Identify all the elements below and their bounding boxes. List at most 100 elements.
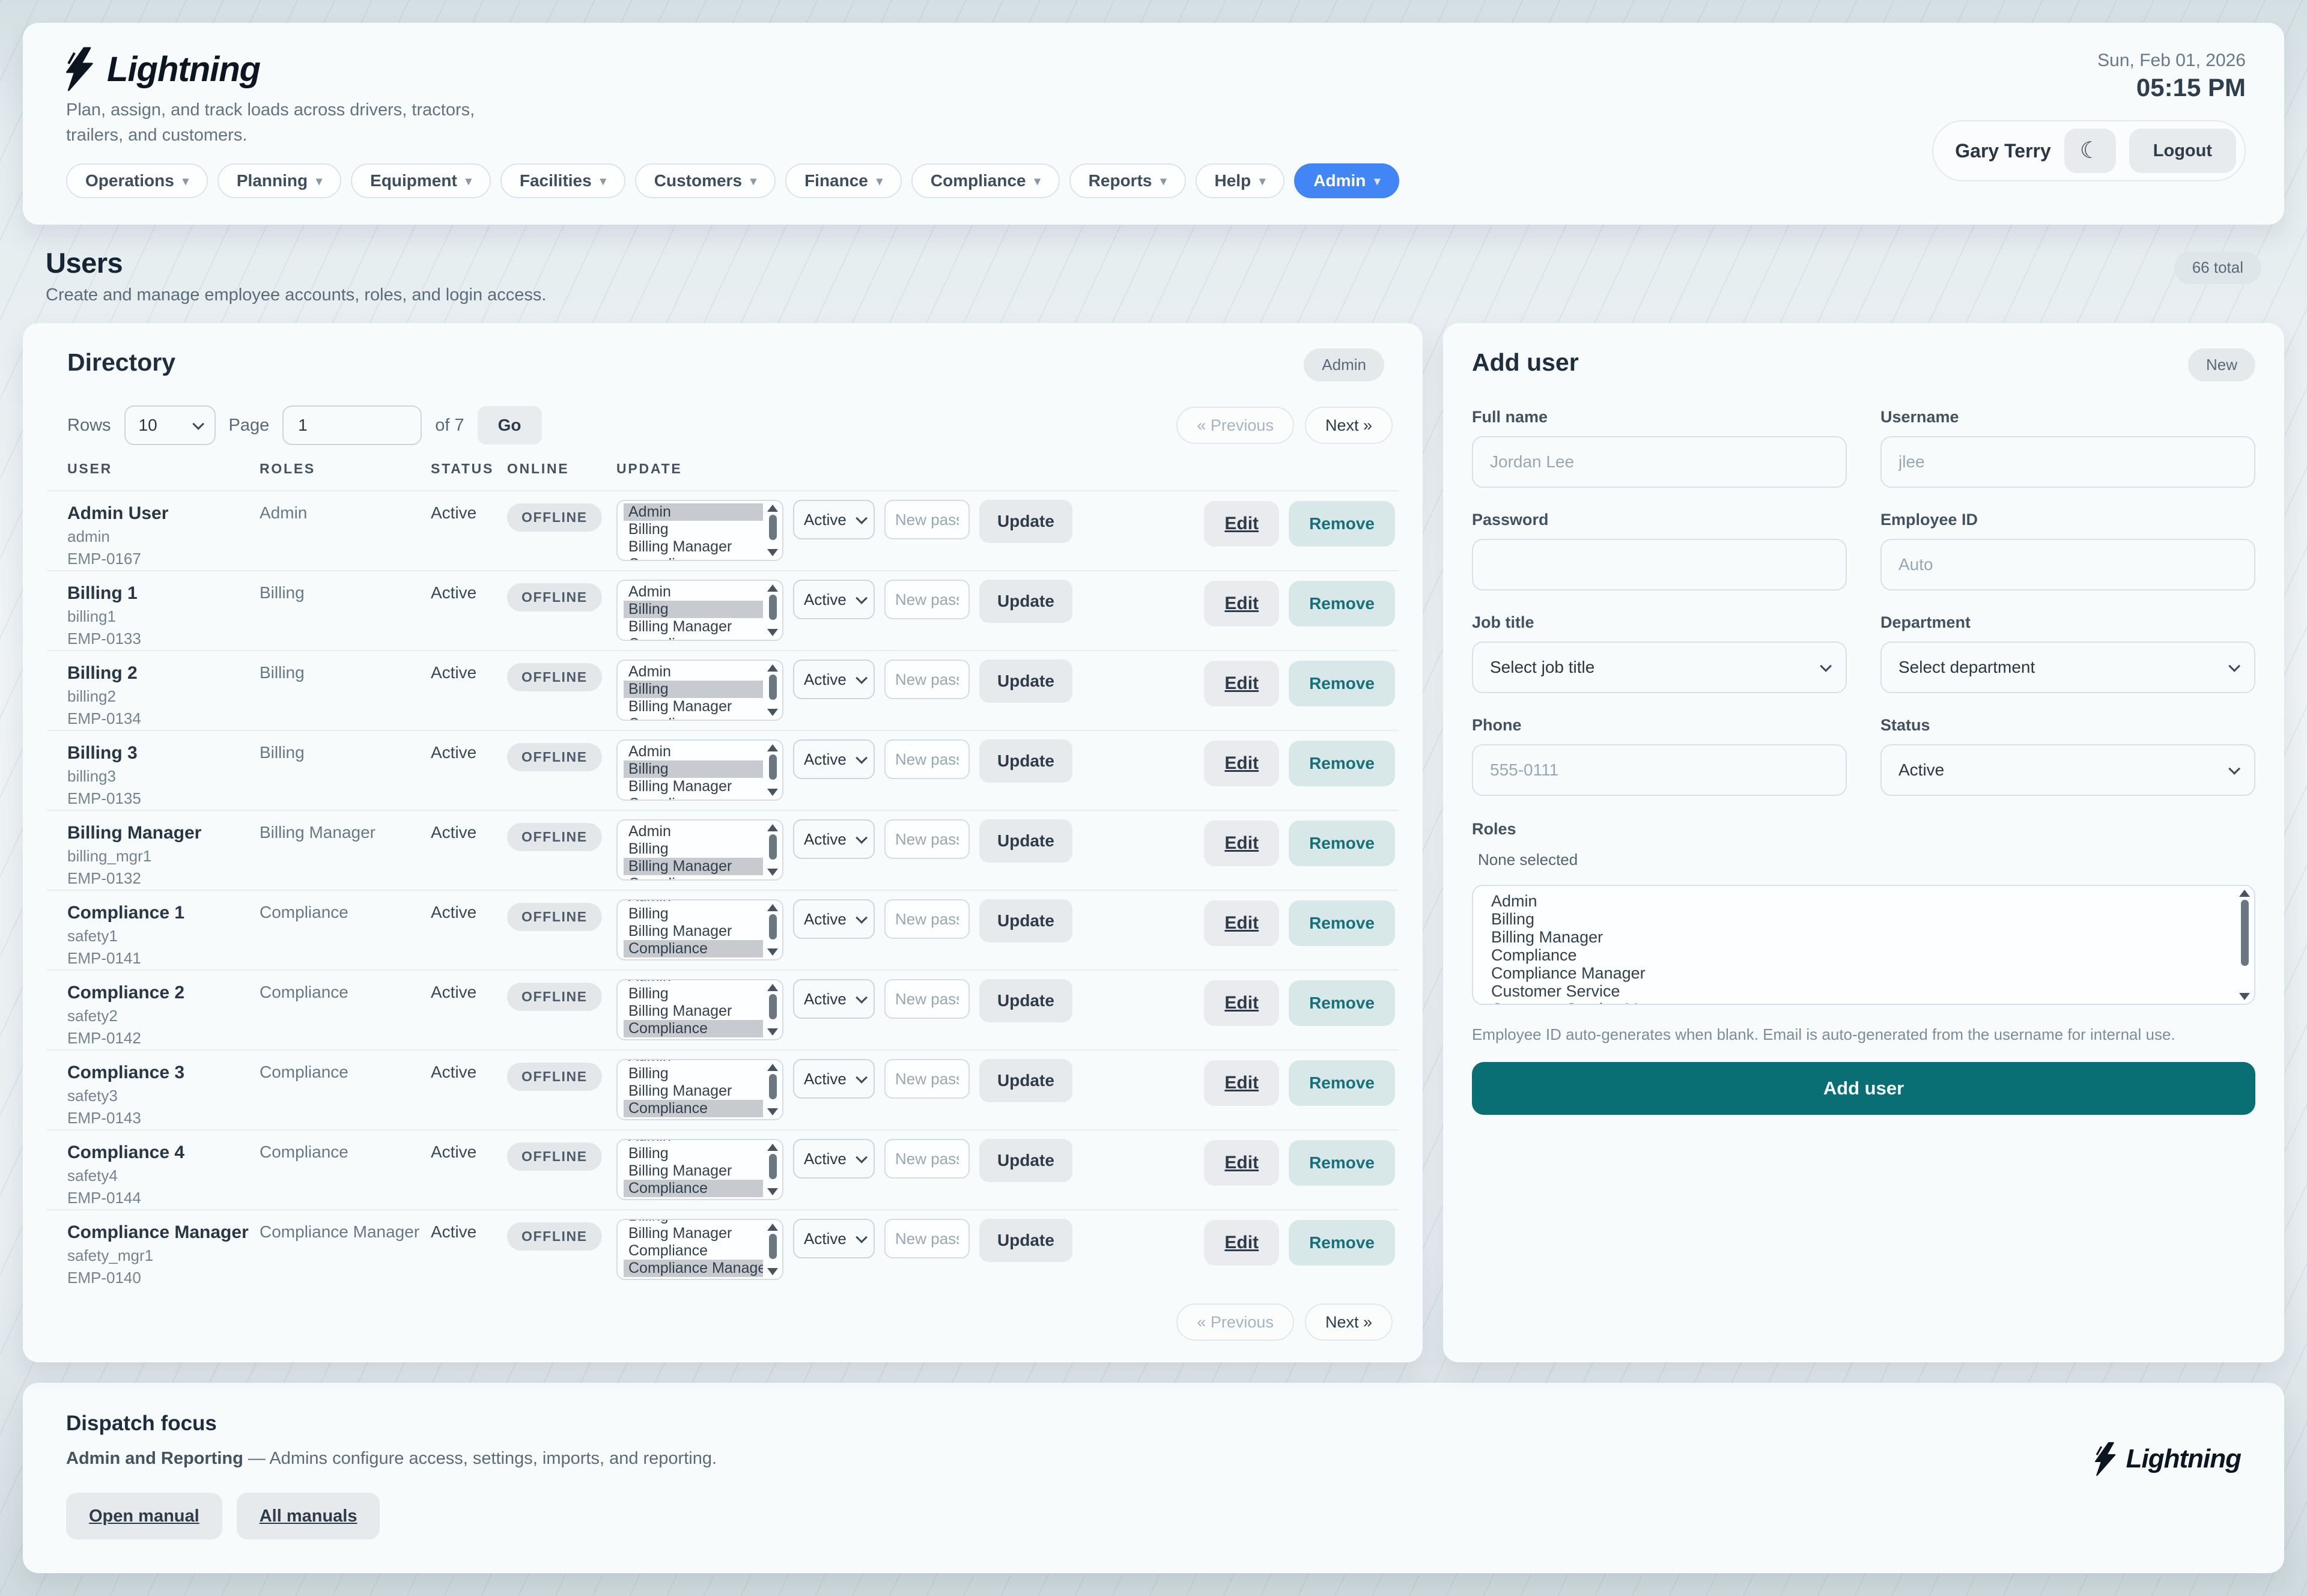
new-password-input[interactable] bbox=[884, 899, 970, 939]
roles-listbox[interactable]: AdminBillingBilling ManagerComplianceCom… bbox=[616, 500, 783, 561]
password-field[interactable] bbox=[1472, 539, 1847, 590]
previous-page-button[interactable]: « Previous bbox=[1176, 407, 1294, 444]
all-manuals-button[interactable]: All manuals bbox=[237, 1493, 380, 1540]
edit-button[interactable]: Edit bbox=[1204, 1060, 1279, 1106]
new-password-input[interactable] bbox=[884, 739, 970, 779]
role-option[interactable]: Admin bbox=[624, 1140, 763, 1145]
edit-button[interactable]: Edit bbox=[1204, 980, 1279, 1026]
role-option[interactable]: Billing bbox=[1486, 910, 2235, 928]
scroll-down-arrow-icon[interactable] bbox=[767, 629, 778, 636]
page-number-input[interactable] bbox=[282, 405, 422, 445]
edit-button[interactable]: Edit bbox=[1204, 1140, 1279, 1186]
role-option[interactable]: Billing bbox=[624, 1220, 763, 1225]
nav-item-reports[interactable]: Reports▾ bbox=[1069, 163, 1186, 198]
scrollbar-thumb[interactable] bbox=[2241, 900, 2249, 966]
role-option[interactable]: Customer Service Manager bbox=[1486, 1000, 2235, 1004]
update-button[interactable]: Update bbox=[979, 660, 1072, 703]
role-option[interactable]: Compliance bbox=[624, 715, 763, 720]
new-password-input[interactable] bbox=[884, 1139, 970, 1179]
update-button[interactable]: Update bbox=[979, 1219, 1072, 1262]
role-option[interactable]: Compliance Manager bbox=[624, 1117, 763, 1119]
role-option[interactable]: Compliance Manager bbox=[1486, 964, 2235, 982]
role-option[interactable]: Billing Manager bbox=[624, 923, 763, 940]
scrollbar-thumb[interactable] bbox=[769, 515, 777, 540]
roles-listbox[interactable]: AdminBillingBilling ManagerComplianceCom… bbox=[616, 1139, 783, 1200]
role-option[interactable]: Billing Manager bbox=[624, 618, 763, 636]
update-button[interactable]: Update bbox=[979, 1059, 1072, 1102]
scrollbar[interactable] bbox=[2235, 886, 2254, 1004]
edit-button[interactable]: Edit bbox=[1204, 821, 1279, 866]
update-button[interactable]: Update bbox=[979, 500, 1072, 543]
role-option[interactable]: Billing bbox=[624, 760, 763, 778]
role-option[interactable]: Compliance bbox=[624, 556, 763, 560]
nav-item-operations[interactable]: Operations▾ bbox=[66, 163, 208, 198]
role-option[interactable]: Billing Manager bbox=[624, 858, 763, 875]
role-option[interactable]: Admin bbox=[624, 980, 763, 985]
new-password-input[interactable] bbox=[884, 1059, 970, 1099]
roles-listbox[interactable]: AdminBillingBilling ManagerComplianceCom… bbox=[616, 1059, 783, 1120]
update-button[interactable]: Update bbox=[979, 739, 1072, 783]
update-button[interactable]: Update bbox=[979, 1139, 1072, 1182]
nav-item-admin[interactable]: Admin▾ bbox=[1294, 163, 1399, 198]
scroll-up-arrow-icon[interactable] bbox=[767, 744, 778, 751]
scroll-down-arrow-icon[interactable] bbox=[767, 1268, 778, 1275]
scroll-up-arrow-icon[interactable] bbox=[767, 1144, 778, 1151]
edit-button[interactable]: Edit bbox=[1204, 900, 1279, 946]
row-status-select[interactable]: Active bbox=[793, 819, 875, 859]
role-option[interactable]: Compliance bbox=[624, 1020, 763, 1037]
scroll-down-arrow-icon[interactable] bbox=[767, 1188, 778, 1195]
scrollbar[interactable] bbox=[763, 1140, 782, 1199]
update-button[interactable]: Update bbox=[979, 899, 1072, 942]
new-password-input[interactable] bbox=[884, 580, 970, 619]
role-option[interactable]: Billing bbox=[624, 905, 763, 923]
scroll-down-arrow-icon[interactable] bbox=[767, 549, 778, 556]
role-option[interactable]: Compliance bbox=[624, 795, 763, 800]
role-option[interactable]: Compliance bbox=[624, 940, 763, 957]
nav-item-finance[interactable]: Finance▾ bbox=[785, 163, 902, 198]
scroll-up-arrow-icon[interactable] bbox=[767, 824, 778, 831]
row-status-select[interactable]: Active bbox=[793, 1059, 875, 1099]
role-option[interactable]: Billing bbox=[624, 681, 763, 698]
update-button[interactable]: Update bbox=[979, 580, 1072, 623]
new-password-input[interactable] bbox=[884, 660, 970, 699]
scroll-up-arrow-icon[interactable] bbox=[767, 984, 778, 991]
open-manual-button[interactable]: Open manual bbox=[66, 1493, 222, 1540]
roles-listbox[interactable]: AdminBillingBilling ManagerComplianceCom… bbox=[616, 580, 783, 641]
scrollbar-thumb[interactable] bbox=[769, 834, 777, 860]
role-option[interactable]: Billing bbox=[624, 521, 763, 538]
scroll-up-arrow-icon[interactable] bbox=[767, 1224, 778, 1231]
roles-listbox[interactable]: AdminBillingBilling ManagerComplianceCom… bbox=[616, 739, 783, 801]
new-password-input[interactable] bbox=[884, 979, 970, 1019]
row-status-select[interactable]: Active bbox=[793, 500, 875, 539]
role-option[interactable]: Admin bbox=[624, 900, 763, 905]
remove-button[interactable]: Remove bbox=[1289, 1220, 1395, 1266]
edit-button[interactable]: Edit bbox=[1204, 741, 1279, 786]
go-button[interactable]: Go bbox=[478, 406, 542, 445]
edit-button[interactable]: Edit bbox=[1204, 501, 1279, 547]
role-option[interactable]: Compliance bbox=[624, 1100, 763, 1117]
scrollbar-thumb[interactable] bbox=[769, 1074, 777, 1099]
role-option[interactable]: Billing bbox=[624, 601, 763, 618]
nav-item-equipment[interactable]: Equipment▾ bbox=[351, 163, 491, 198]
scrollbar-thumb[interactable] bbox=[769, 595, 777, 620]
role-option[interactable]: Billing Manager bbox=[624, 1225, 763, 1242]
roles-listbox[interactable]: AdminBillingBilling ManagerComplianceCom… bbox=[616, 979, 783, 1040]
role-option[interactable]: Billing Manager bbox=[624, 1003, 763, 1020]
role-option[interactable]: Billing bbox=[624, 1065, 763, 1082]
previous-page-button[interactable]: « Previous bbox=[1176, 1303, 1294, 1341]
roles-listbox[interactable]: AdminBillingBilling ManagerComplianceCom… bbox=[616, 1219, 783, 1280]
role-option[interactable]: Compliance Manager bbox=[624, 957, 763, 959]
scroll-up-arrow-icon[interactable] bbox=[2239, 890, 2250, 897]
scrollbar-thumb[interactable] bbox=[769, 1234, 777, 1259]
row-status-select[interactable]: Active bbox=[793, 580, 875, 619]
scrollbar[interactable] bbox=[763, 980, 782, 1039]
roles-multiselect[interactable]: AdminBillingBilling ManagerComplianceCom… bbox=[1472, 885, 2255, 1005]
role-option[interactable]: Admin bbox=[624, 743, 763, 760]
scrollbar-thumb[interactable] bbox=[769, 994, 777, 1019]
nav-item-help[interactable]: Help▾ bbox=[1196, 163, 1285, 198]
rows-per-page-select[interactable]: 10 bbox=[124, 405, 216, 445]
status-select[interactable]: Active bbox=[1880, 744, 2255, 796]
scroll-up-arrow-icon[interactable] bbox=[767, 1064, 778, 1071]
row-status-select[interactable]: Active bbox=[793, 739, 875, 779]
nav-item-planning[interactable]: Planning▾ bbox=[217, 163, 341, 198]
